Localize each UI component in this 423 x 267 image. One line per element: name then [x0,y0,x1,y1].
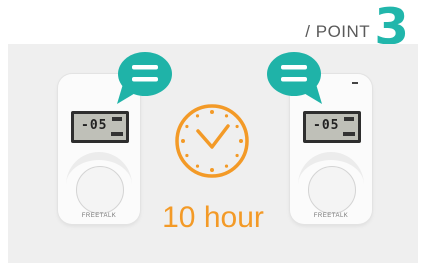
signal-bars-icon [344,117,354,121]
clock-icon [175,104,249,178]
speech-bubble-icon [266,50,326,110]
signal-bars-icon [112,117,122,121]
talk-button [308,166,356,214]
illustration-panel: -05 FREETALK -05 FREETALK 10 hour [8,44,418,263]
device-brand: FREETALK [81,213,117,219]
led-indicator [352,82,358,84]
battery-icon [343,132,355,136]
device-brand: FREETALK [313,213,349,219]
duration-caption: 10 hour [162,201,264,234]
lcd-display: -05 [71,111,129,143]
point-label: / POINT [305,22,371,41]
lcd-text: -05 [81,118,108,133]
talk-button [76,166,124,214]
speech-bubble-icon [113,50,173,110]
lcd-text: -05 [313,118,340,133]
battery-icon [111,132,123,136]
lcd-display: -05 [303,111,361,143]
